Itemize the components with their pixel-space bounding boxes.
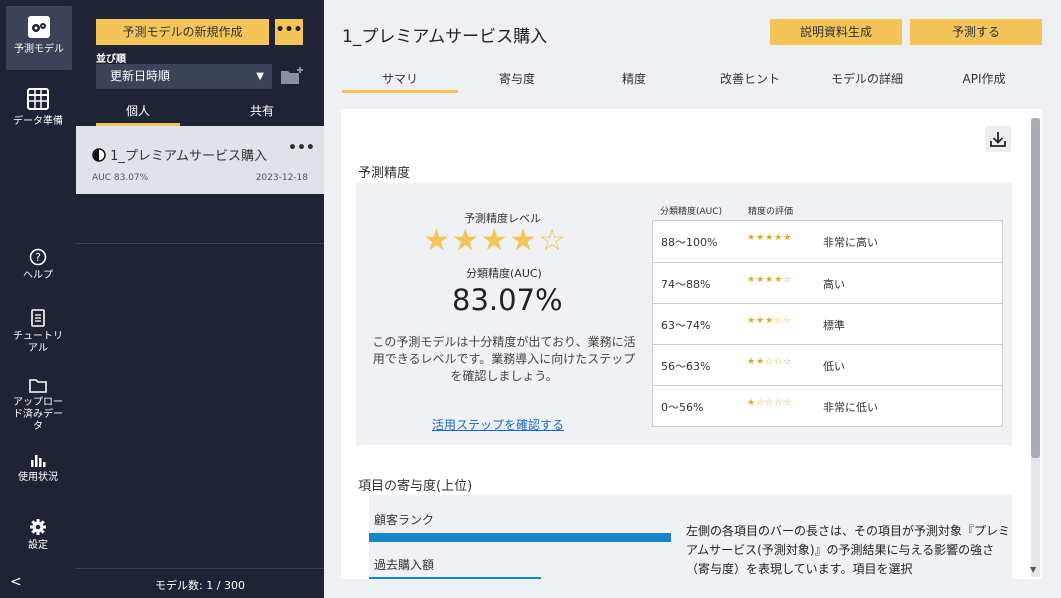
accuracy-description: この予測モデルは十分精度が出ており、業務に活用できるレベルです。業務導入に向けた… [372,335,636,383]
contribution-item-label: 顧客ランク [374,513,435,527]
model-count: モデル数: 1 / 300 [155,579,245,592]
nav-help[interactable]: ? ヘルプ [0,248,76,282]
table-icon [27,88,49,110]
eval-header-rating: 精度の評価 [748,207,794,217]
svg-text:?: ? [35,251,41,264]
download-icon[interactable] [985,126,1011,152]
eval-label: 非常に低い [823,401,878,414]
tab-api[interactable]: API作成 [926,70,1042,93]
nav-settings-label: 設定 [28,540,48,551]
sort-value: 更新日時順 [110,69,171,83]
nav-data-prep[interactable]: データ準備 [0,86,76,128]
model-menu-button[interactable]: ••• [288,140,315,156]
eval-stars: ★☆☆☆☆ [747,398,793,408]
table-row: 0～56% ★☆☆☆☆ 非常に低い [653,385,1002,426]
table-row: 56～63% ★★☆☆☆ 低い [653,344,1002,385]
eval-header-auc: 分類精度(AUC) [660,207,723,217]
sort-label: 並び順 [96,54,126,65]
bar-chart-icon [31,455,46,467]
tab-model-details[interactable]: モデルの詳細 [808,70,926,93]
left-nav: 予測モデル データ準備 ? ヘルプ チュートリアル アップロード済みデータ 使用… [0,0,76,598]
tab-accuracy[interactable]: 精度 [576,70,692,93]
tab-improvement-hints[interactable]: 改善ヒント [692,70,808,93]
model-panel: 予測モデルの新規作成 ••• 並び順 更新日時順 ▼ 個人 共有 1_プレミアム… [76,0,324,598]
eval-stars: ★★☆☆☆ [747,357,793,367]
tab-personal[interactable]: 個人 [96,100,180,126]
new-model-button[interactable]: 予測モデルの新規作成 [96,19,269,45]
document-icon [31,309,45,327]
eval-stars: ★★★☆☆ [747,316,793,326]
eval-label: 標準 [823,319,845,332]
collapse-nav-button[interactable]: < [10,574,22,590]
eval-stars: ★★★★★ [747,233,793,243]
contribution-bar [369,533,671,542]
nav-tutorial-label: チュートリアル [13,331,63,354]
nav-predict-models[interactable]: 予測モデル [6,6,72,70]
table-row: 74～88% ★★★★☆ 高い [653,262,1002,303]
divider [76,568,324,569]
accuracy-eval-table: 88～100% ★★★★★ 非常に高い 74～88% ★★★★☆ 高い 63～7… [652,220,1003,427]
eval-label: 高い [823,278,845,291]
eval-range: 74～88% [661,278,711,291]
divider [76,243,324,244]
tab-contribution[interactable]: 寄与度 [458,70,576,93]
folder-icon [29,379,47,393]
accuracy-star-rating: ★★★★☆ [423,223,568,258]
nav-usage[interactable]: 使用状況 [0,452,76,484]
add-folder-icon[interactable] [280,66,304,90]
model-name: 1_プレミアムサービス購入 [92,145,267,164]
eval-range: 0～56% [661,401,704,414]
auc-label: 分類精度(AUC) [466,267,542,280]
nav-tutorial[interactable]: チュートリアル [0,309,76,355]
model-icon [28,16,50,38]
sort-select[interactable]: 更新日時順 ▼ [96,64,272,89]
eval-range: 63～74% [661,319,711,332]
contribution-section-title: 項目の寄与度(上位) [358,479,473,494]
page-title: 1_プレミアムサービス購入 [342,27,548,47]
more-options-button[interactable]: ••• [275,19,303,45]
half-circle-icon [92,148,106,162]
contribution-explanation: 左側の各項目のバーの長さは、その項目が予測対象『プレミアムサービス(予測対象)』… [686,524,1011,576]
gear-icon [30,519,46,535]
contribution-bar [369,577,541,579]
scroll-down-icon[interactable]: ▼ [1030,565,1036,574]
nav-upload-label: アップロード済みデータ [13,397,63,432]
tab-summary[interactable]: サマリ [342,70,458,93]
model-auc: AUC 83.07% [92,173,149,183]
nav-settings[interactable]: 設定 [0,518,76,552]
chevron-down-icon: ▼ [256,71,264,82]
predict-button[interactable]: 予測する [910,19,1042,45]
accuracy-section-title: 予測精度 [358,166,411,181]
model-name-text: 1_プレミアムサービス購入 [110,149,268,164]
tab-shared[interactable]: 共有 [220,100,304,126]
auc-value: 83.07% [452,283,563,317]
eval-label: 非常に高い [823,236,878,249]
table-row: 63～74% ★★★☆☆ 標準 [653,303,1002,344]
nav-data-label: データ準備 [13,116,63,127]
eval-range: 56～63% [661,360,711,373]
model-list-item[interactable]: 1_プレミアムサービス購入 ••• AUC 83.07% 2023-12-18 [76,126,324,194]
nav-predict-label: 予測モデル [14,44,64,55]
help-icon: ? [29,248,47,266]
model-date: 2023-12-18 [255,173,308,183]
table-row: 88～100% ★★★★★ 非常に高い [653,221,1002,262]
eval-range: 88～100% [661,236,718,249]
scrollbar-thumb[interactable] [1031,118,1040,458]
eval-stars: ★★★★☆ [747,275,793,285]
nav-uploaded-data[interactable]: アップロード済みデータ [0,377,76,433]
check-steps-link[interactable]: 活用ステップを確認する [432,416,564,433]
eval-label: 低い [823,360,845,373]
nav-help-label: ヘルプ [23,270,53,281]
nav-usage-label: 使用状況 [18,472,58,483]
generate-explanation-button[interactable]: 説明資料生成 [770,19,902,45]
contribution-item-label: 過去購入額 [374,558,435,572]
